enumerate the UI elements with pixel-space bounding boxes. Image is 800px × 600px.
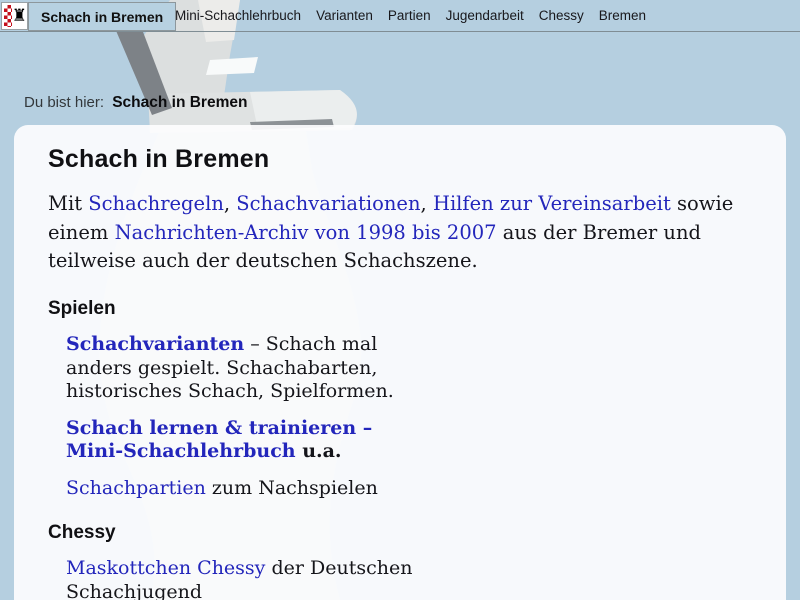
spielen-list: Schachvarianten – Schach mal anders gesp… <box>66 333 414 500</box>
section-heading-chessy: Chessy <box>48 522 752 544</box>
nav-item-mini-schachlehrbuch[interactable]: Mini-Schachlehrbuch <box>175 8 301 23</box>
text-run: , <box>224 192 236 215</box>
tab-schach-in-bremen[interactable]: Schach in Bremen <box>28 2 176 31</box>
nav-item-chessy[interactable]: Chessy <box>539 8 584 23</box>
list-item: Schachpartien zum Nachspielen <box>66 477 414 501</box>
browser-page: ♜ Schach in Bremen Mini-Schachlehrbuch V… <box>0 0 800 600</box>
inline-link[interactable]: Maskottchen Chessy <box>66 557 265 579</box>
nav-item-bremen[interactable]: Bremen <box>599 8 646 23</box>
chessy-list: Maskottchen Chessy der Deutschen Schachj… <box>66 557 414 600</box>
text-run: , <box>421 192 433 215</box>
inline-link[interactable]: Schachregeln <box>88 192 224 215</box>
breadcrumb-prefix: Du bist hier: <box>24 94 104 111</box>
text-run: Mit <box>48 192 88 215</box>
top-nav: ♜ Schach in Bremen Mini-Schachlehrbuch V… <box>0 0 800 32</box>
black-rook-icon: ♜ <box>12 5 27 27</box>
favicon-home-tab[interactable]: ♜ <box>1 2 28 30</box>
text-run: u.a. <box>296 440 342 462</box>
nav-item-partien[interactable]: Partien <box>388 8 431 23</box>
inline-link[interactable]: Schachpartien <box>66 477 206 499</box>
intro-paragraph: Mit Schachregeln, Schachvariationen, Hil… <box>48 190 752 276</box>
list-item: Schachvarianten – Schach mal anders gesp… <box>66 333 414 404</box>
list-item: Maskottchen Chessy der Deutschen Schachj… <box>66 557 414 600</box>
bremen-flag-icon <box>4 5 12 27</box>
inline-link[interactable]: Hilfen zur Vereinsarbeit <box>433 192 671 215</box>
nav-item-varianten[interactable]: Varianten <box>316 8 373 23</box>
page-title: Schach in Bremen <box>48 145 752 174</box>
content-card: Schach in Bremen Mit Schachregeln, Schac… <box>14 125 786 600</box>
inline-link[interactable]: Nachrichten-Archiv von 1998 bis 2007 <box>115 221 497 244</box>
nav-item-jugendarbeit[interactable]: Jugendarbeit <box>446 8 524 23</box>
inline-link[interactable]: Schachvarianten <box>66 333 244 355</box>
inline-link[interactable]: Schachvariationen <box>236 192 420 215</box>
text-run: zum Nachspielen <box>206 477 378 499</box>
list-item: Schach lernen & trainieren – Mini-Schach… <box>66 417 414 464</box>
breadcrumb: Du bist hier: Schach in Bremen <box>24 94 247 112</box>
section-heading-spielen: Spielen <box>48 298 752 320</box>
breadcrumb-current: Schach in Bremen <box>112 94 247 111</box>
